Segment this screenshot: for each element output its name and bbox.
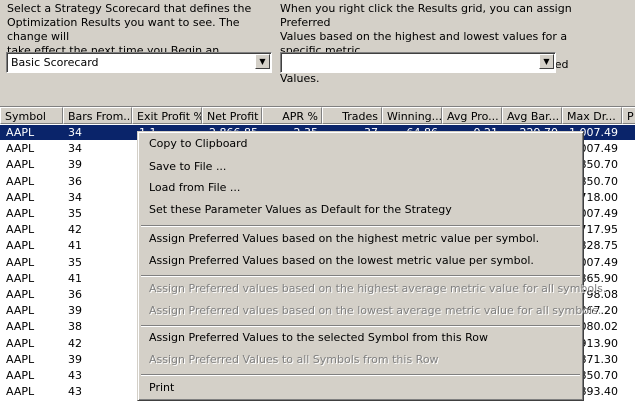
cell-symbol: AAPL: [6, 158, 35, 172]
cell-symbol: AAPL: [6, 239, 35, 253]
menu-item-assign-all-symbols: Assign Preferred Values to all Symbols f…: [149, 353, 439, 366]
cell-bars: 35: [68, 207, 82, 220]
menu-item-copy-to-clipboard[interactable]: Copy to Clipboard: [149, 136, 247, 152]
column-header-symbol[interactable]: Symbol: [0, 107, 63, 124]
cell-bars: 39: [68, 158, 82, 172]
cell-symbol: AAPL: [6, 190, 35, 204]
cell-symbol: AAPL: [6, 336, 35, 350]
column-header-trades[interactable]: Trades: [322, 107, 382, 124]
preferred-metric-description: When you right click the Results grid, y…: [280, 2, 580, 86]
cell-bars: 38: [68, 320, 82, 334]
scorecard-description-line: Select a Strategy Scorecard that defines…: [7, 2, 252, 15]
cell-symbol: AAPL: [6, 174, 35, 188]
menu-item-assign-lowest[interactable]: Assign Preferred Values based on the low…: [149, 253, 534, 269]
column-header-max-drawdown[interactable]: Max Dr...: [562, 107, 622, 124]
cell-bars: 35: [68, 255, 82, 269]
cell-symbol: AAPL: [6, 223, 35, 237]
cell-bars: 43: [68, 385, 82, 399]
cell-symbol: AAPL: [6, 288, 35, 301]
scorecard-select-value: Basic Scorecard: [11, 56, 99, 69]
cell-symbol: AAPL: [6, 352, 35, 366]
menu-item-load-from-file[interactable]: Load from File ...: [149, 180, 240, 196]
cell-bars: 39: [68, 352, 82, 366]
cell-symbol: AAPL: [6, 320, 35, 334]
cell-bars: 36: [68, 288, 82, 301]
column-header-winning[interactable]: Winning...: [382, 107, 442, 124]
cell-bars: 34: [68, 142, 82, 156]
cell-symbol: AAPL: [6, 126, 35, 139]
cell-symbol: AAPL: [6, 369, 35, 382]
cell-bars: 36: [68, 174, 82, 188]
cell-symbol: AAPL: [6, 207, 35, 220]
menu-item-assign-selected-symbol[interactable]: Assign Preferred Values to the selected …: [149, 330, 488, 346]
menu-separator: [141, 275, 580, 277]
menu-separator: [141, 225, 580, 227]
context-menu: Copy to Clipboard Save to File ... Load …: [137, 131, 606, 401]
scorecard-description-line: Optimization Results you want to see. Th…: [7, 16, 240, 43]
cell-bars: 41: [68, 239, 82, 253]
menu-item-assign-highest[interactable]: Assign Preferred Values based on the hig…: [149, 231, 539, 247]
column-header-apr[interactable]: APR %: [262, 107, 322, 124]
column-header-net-profit[interactable]: Net Profit: [202, 107, 262, 124]
cell-symbol: AAPL: [6, 385, 35, 399]
scorecard-select[interactable]: Basic Scorecard ▼: [6, 52, 272, 73]
column-header-exit-profit[interactable]: Exit Profit %: [132, 107, 202, 124]
cell-bars: 34: [68, 190, 82, 204]
menu-item-print[interactable]: Print: [149, 380, 174, 396]
cell-bars: 34: [68, 126, 82, 139]
grid-header: Symbol Bars From... Exit Profit % Net Pr…: [0, 107, 635, 124]
menu-item-save-to-file[interactable]: Save to File ...: [149, 159, 226, 175]
column-header-avg-profit[interactable]: Avg Pro...: [442, 107, 502, 124]
chevron-down-icon[interactable]: ▼: [539, 54, 554, 69]
cell-bars: 39: [68, 304, 82, 318]
column-header-avg-bars[interactable]: Avg Bar...: [502, 107, 562, 124]
cell-symbol: AAPL: [6, 304, 35, 318]
menu-item-assign-lowest-average: Assign Preferred values based on the low…: [149, 304, 602, 317]
menu-item-set-default[interactable]: Set these Parameter Values as Default fo…: [149, 202, 452, 218]
preferred-metric-select[interactable]: ▼: [280, 52, 556, 73]
preferred-metric-description-line: When you right click the Results grid, y…: [280, 2, 572, 29]
menu-item-assign-highest-average: Assign Preferred values based on the hig…: [149, 282, 607, 295]
chevron-down-icon[interactable]: ▼: [255, 54, 270, 69]
cell-bars: 43: [68, 369, 82, 382]
cell-symbol: AAPL: [6, 255, 35, 269]
cell-symbol: AAPL: [6, 271, 35, 285]
cell-bars: 41: [68, 271, 82, 285]
menu-separator: [141, 325, 580, 327]
column-header-bars-from[interactable]: Bars From...: [63, 107, 132, 124]
cell-bars: 42: [68, 223, 82, 237]
cell-symbol: AAPL: [6, 142, 35, 156]
cell-bars: 42: [68, 336, 82, 350]
menu-separator: [141, 374, 580, 376]
column-header-p[interactable]: P: [622, 107, 635, 124]
